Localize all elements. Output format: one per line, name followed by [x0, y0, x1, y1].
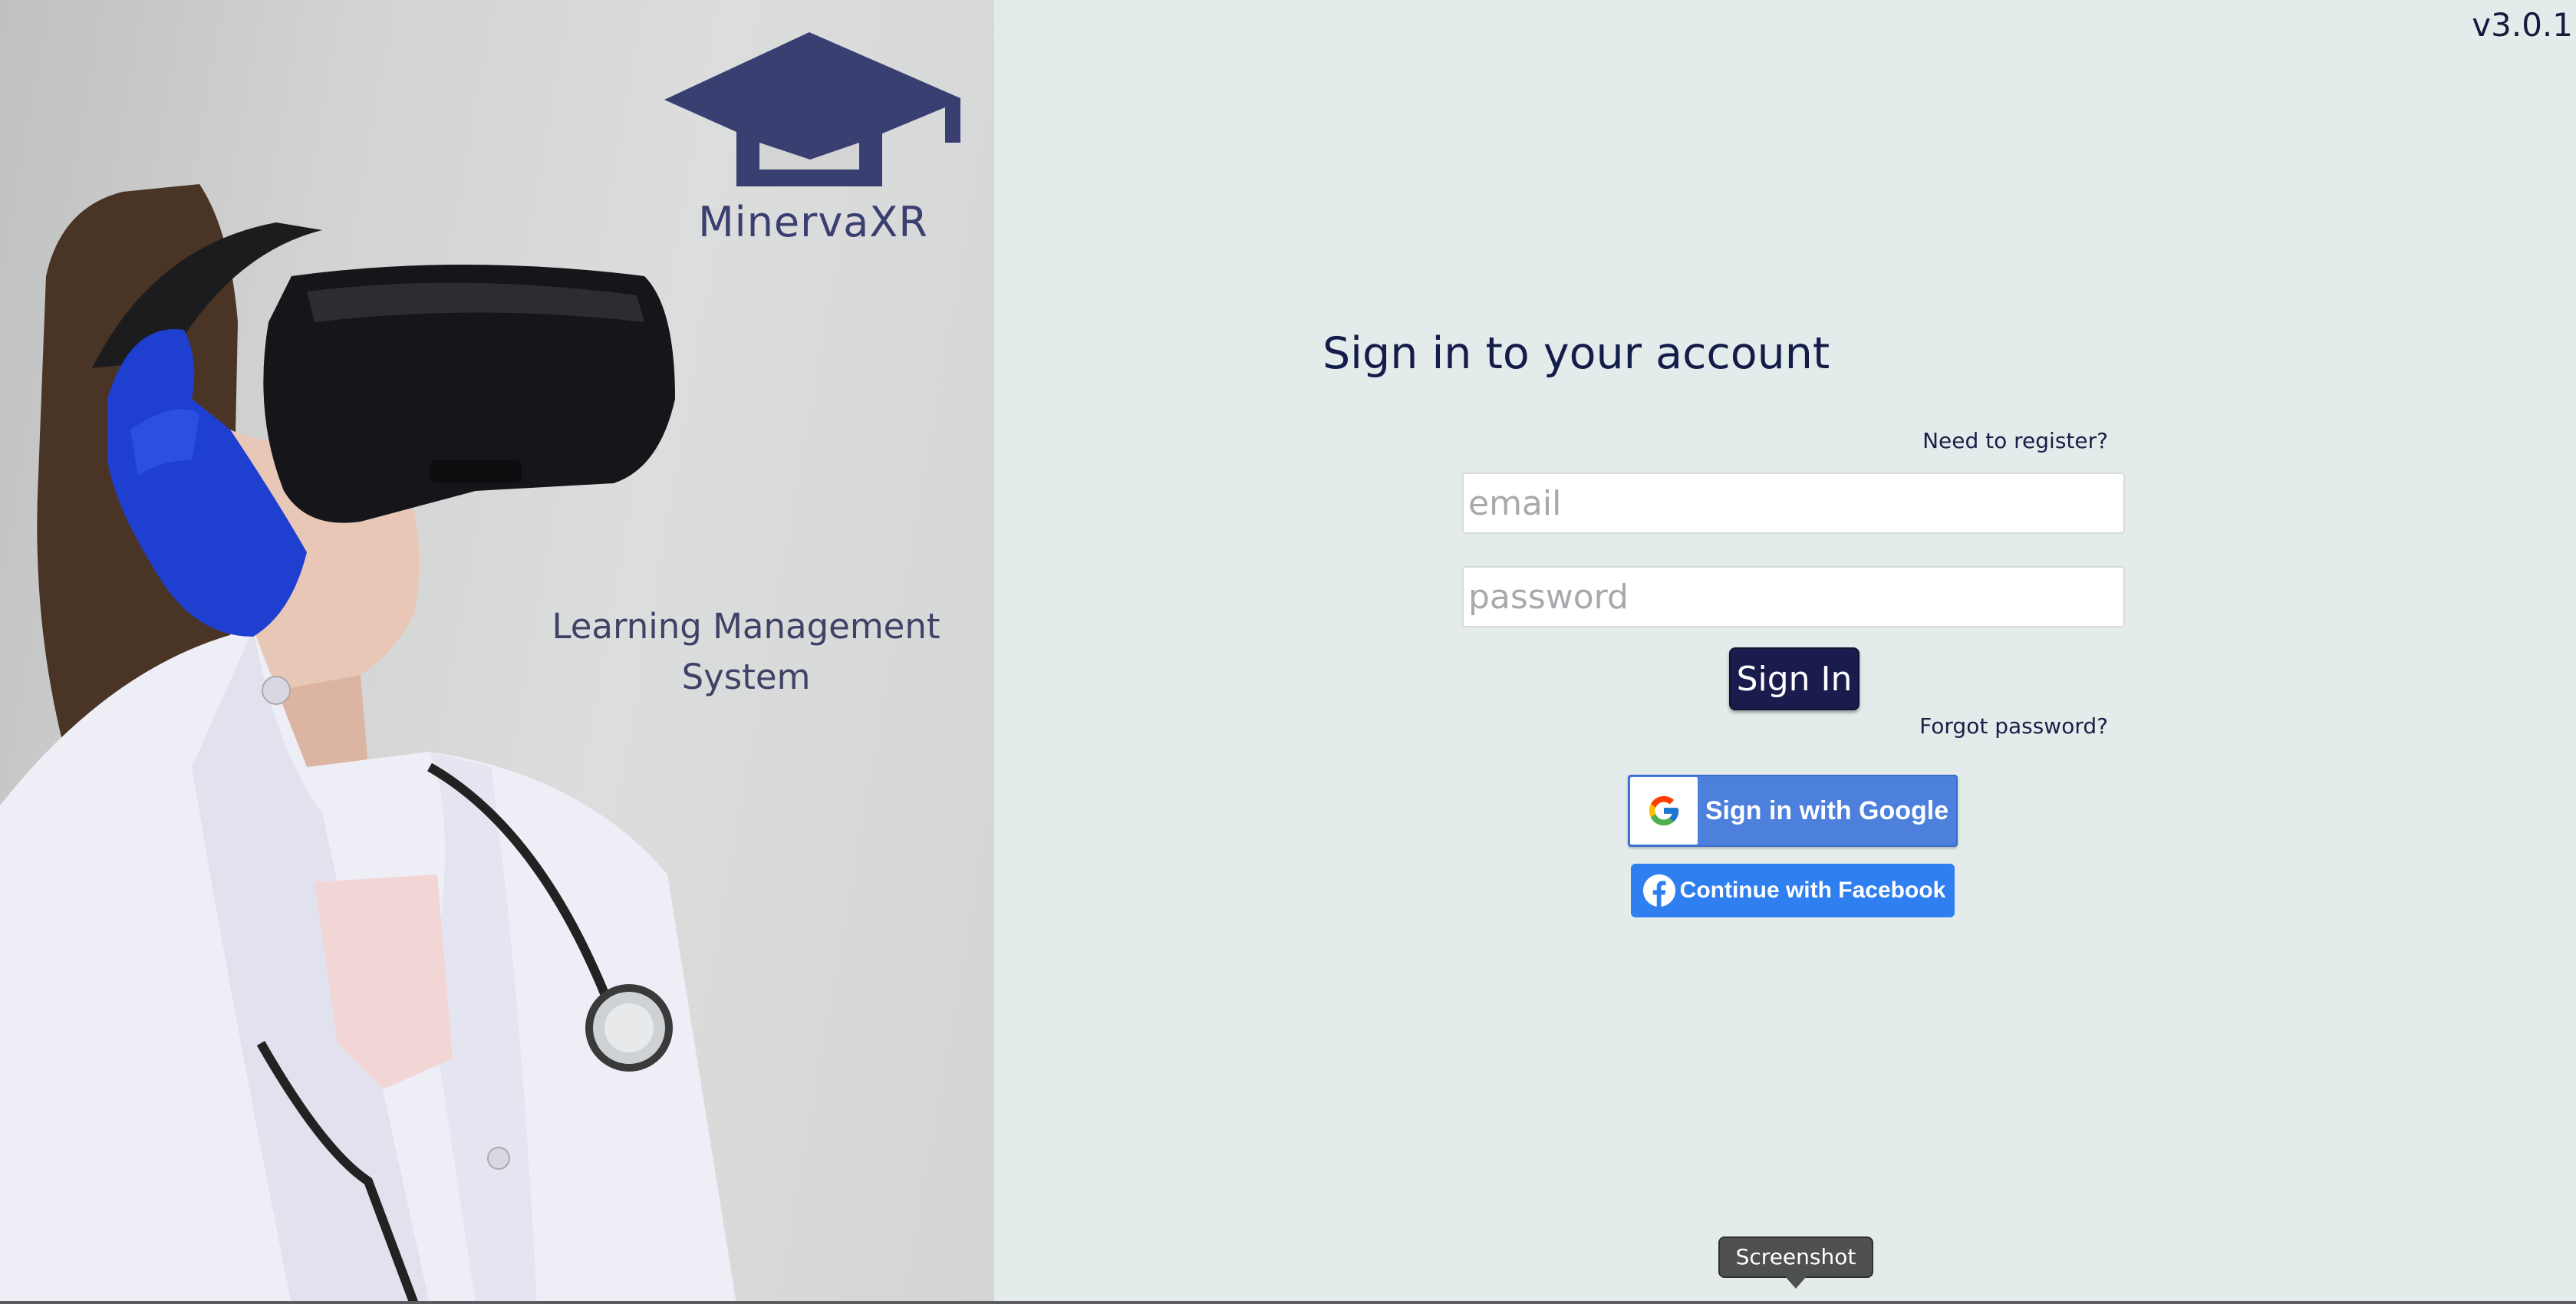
- version-label: v3.0.1: [2472, 6, 2573, 44]
- password-field[interactable]: [1462, 566, 2125, 627]
- brand-logo: MinervaXR: [660, 29, 967, 246]
- screenshot-tooltip: Screenshot: [1718, 1236, 1873, 1278]
- signin-title: Sign in to your account: [1323, 328, 1830, 379]
- window-bottom-edge: [0, 1301, 2576, 1304]
- signin-button[interactable]: Sign In: [1729, 647, 1860, 710]
- tagline: Learning Management System: [552, 606, 940, 697]
- hero-panel: MinervaXR Learning Management System: [0, 0, 994, 1304]
- graduation-cap-icon: [664, 32, 960, 186]
- register-link[interactable]: Need to register?: [1922, 428, 2108, 453]
- facebook-signin-button[interactable]: Continue with Facebook: [1631, 864, 1955, 917]
- facebook-icon: [1642, 874, 1676, 907]
- google-icon: [1649, 795, 1679, 826]
- login-page: MinervaXR Learning Management System v3.…: [0, 0, 2576, 1304]
- forgot-password-link[interactable]: Forgot password?: [1919, 713, 2108, 739]
- tooltip-arrow: [1785, 1276, 1807, 1289]
- brand-name: MinervaXR: [698, 198, 928, 246]
- google-icon-box: [1630, 777, 1698, 845]
- email-field[interactable]: [1462, 473, 2125, 534]
- google-signin-label: Sign in with Google: [1705, 795, 1949, 825]
- google-signin-button[interactable]: Sign in with Google: [1628, 775, 1958, 847]
- facebook-signin-label: Continue with Facebook: [1679, 878, 1946, 903]
